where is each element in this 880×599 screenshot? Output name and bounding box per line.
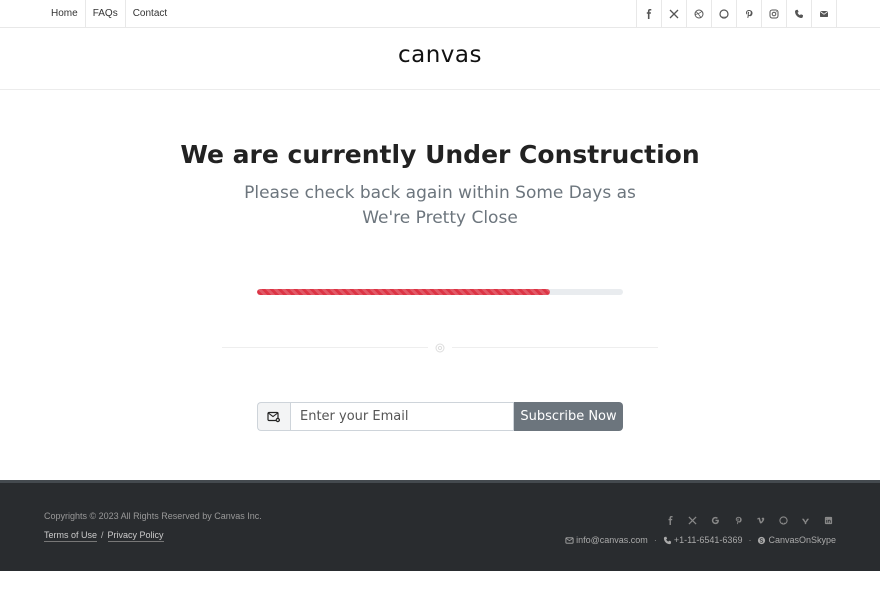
site-footer: Copyrights © 2023 All Rights Reserved by… (0, 480, 880, 571)
facebook-icon[interactable] (659, 513, 682, 527)
footer-email[interactable]: info@canvas.com (576, 535, 648, 545)
privacy-policy-link[interactable]: Privacy Policy (107, 530, 164, 542)
divider-line-right (452, 347, 658, 348)
x-icon[interactable] (662, 0, 687, 28)
footer-links: Terms of Use / Privacy Policy (44, 530, 164, 542)
progress-fill (257, 289, 550, 295)
separator-dot: · (748, 535, 752, 545)
top-nav: Home FAQs Contact (44, 0, 174, 28)
top-bar: Home FAQs Contact (0, 0, 880, 28)
dribbble-icon[interactable] (687, 0, 712, 28)
google-icon[interactable] (704, 513, 727, 527)
envelope-icon (257, 402, 290, 431)
nav-contact-link[interactable]: Contact (126, 0, 174, 28)
envelope-icon[interactable] (812, 0, 837, 28)
yahoo-icon[interactable] (795, 513, 818, 527)
site-logo[interactable]: canvas (0, 42, 880, 68)
subscribe-form: Subscribe Now (257, 402, 623, 431)
facebook-icon[interactable] (637, 0, 662, 28)
subscribe-button[interactable]: Subscribe Now (514, 402, 623, 431)
terms-of-use-link[interactable]: Terms of Use (44, 530, 98, 542)
envelope-icon (565, 536, 574, 544)
divider-icon (435, 343, 445, 353)
skype-icon (758, 536, 766, 544)
pinterest-icon[interactable] (727, 513, 750, 527)
copyright-text: Copyrights © 2023 All Rights Reserved by… (44, 511, 262, 521)
instagram-icon[interactable] (762, 0, 787, 28)
email-input[interactable] (290, 402, 514, 431)
github-icon[interactable] (712, 0, 737, 28)
page-headline: We are currently Under Construction (180, 140, 700, 169)
footer-social-links (659, 513, 840, 527)
footer-skype[interactable]: CanvasOnSkype (768, 535, 836, 545)
footer-link-separator: / (101, 530, 104, 540)
top-social-links (636, 0, 837, 28)
nav-faqs-link[interactable]: FAQs (86, 0, 126, 28)
page-subheading: Please check back again within Some Days… (244, 183, 636, 228)
phone-icon[interactable] (787, 0, 812, 28)
phone-icon (663, 536, 671, 544)
github-icon[interactable] (772, 513, 795, 527)
site-header: canvas (0, 28, 880, 90)
construction-progress-bar (257, 289, 623, 295)
linkedin-icon[interactable] (817, 513, 840, 527)
nav-home-link[interactable]: Home (44, 0, 86, 28)
separator-dot: · (653, 535, 657, 545)
vimeo-icon[interactable] (749, 513, 772, 527)
divider-line-left (222, 347, 428, 348)
pinterest-icon[interactable] (737, 0, 762, 28)
footer-contact: info@canvas.com · +1-11-6541-6369 · Canv… (565, 535, 836, 545)
x-icon[interactable] (682, 513, 705, 527)
footer-phone[interactable]: +1-11-6541-6369 (674, 535, 743, 545)
